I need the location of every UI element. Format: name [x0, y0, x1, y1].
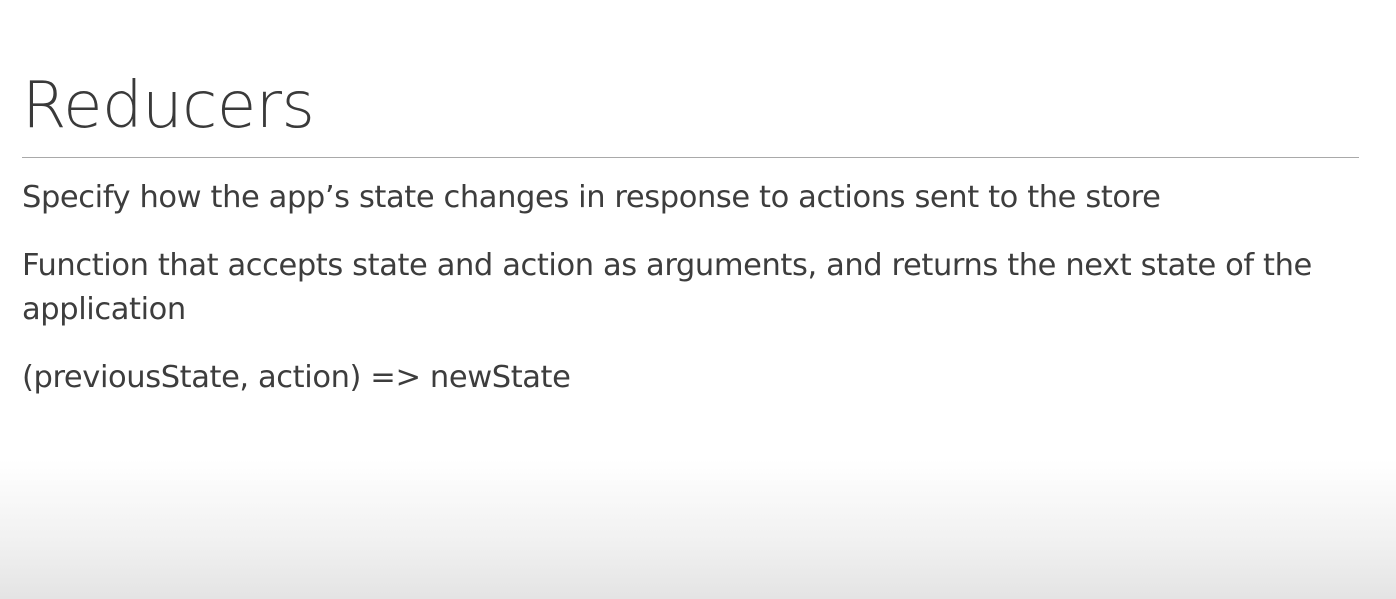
title-divider [22, 157, 1359, 158]
bullet-item: Specify how the app’s state changes in r… [22, 180, 1161, 215]
slide-title: Reducers [22, 69, 315, 143]
slide: Reducers Specify how the app’s state cha… [0, 0, 1396, 599]
bullet-item: Function that accepts state and action a… [22, 248, 1312, 327]
bullet-item: (previousState, action) => newState [22, 360, 571, 395]
bullet-list: Specify how the app’s state changes in r… [22, 176, 1352, 424]
